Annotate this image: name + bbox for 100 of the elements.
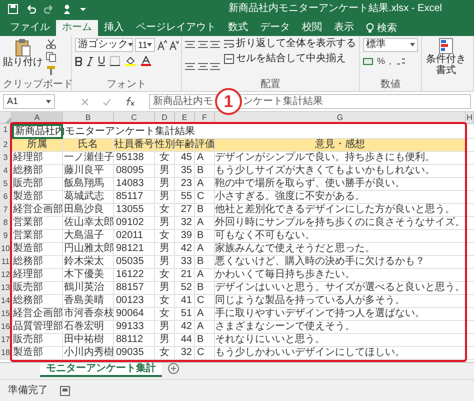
lightbulb-icon [366,23,374,33]
copy-icon[interactable] [46,52,56,62]
table-cell: B [195,230,215,242]
scissors-icon[interactable] [46,39,56,49]
table-cell: 市河香奈枝 [63,308,114,320]
table-cell: 27 [175,204,195,216]
borders-icon[interactable] [110,56,120,66]
ribbon-tab[interactable]: データ [254,20,296,36]
redo-icon[interactable] [44,4,54,14]
table-cell: 男 [155,178,175,190]
underline-icon[interactable] [98,56,105,66]
table-cell: 51 [175,308,195,320]
save-icon[interactable] [8,4,18,14]
format-painter-icon[interactable] [46,65,56,75]
caret-icon [128,43,133,47]
column-header[interactable]: A [12,112,63,123]
align-left-icon[interactable] [185,62,195,71]
macro-record-icon[interactable] [60,386,70,396]
table-cell: 88112 [114,334,155,346]
font-color-icon[interactable] [141,56,151,66]
name-box[interactable]: A1 [3,94,55,109]
column-header[interactable]: F [195,112,215,123]
ribbon-tab[interactable]: 表示 [328,20,360,36]
header-cell: 氏名 [63,139,114,151]
comma-style-button[interactable]: , [389,56,392,66]
table-cell: 男 [155,191,175,203]
align-center-icon[interactable] [198,62,208,71]
table-cell: 男 [155,217,175,229]
table-cell: 女 [155,308,175,320]
number-format-dropdown[interactable]: 標準 [363,38,418,52]
header-cell: 性別 [155,139,175,151]
group-label: 数値 [380,79,402,91]
customize-caret-icon[interactable] [80,6,86,12]
table-cell: 田中祐樹 [63,334,114,346]
table-cell: 09102 [114,217,155,229]
table-cell: 05035 [114,256,155,268]
table-cell: 同じような製品を持っている人が多そう。 [215,295,466,307]
caret-icon [46,100,51,104]
ribbon-tab[interactable]: 挿入 [98,20,130,36]
search-field[interactable]: 検索 [377,20,417,36]
ribbon-tab[interactable]: ファイル [4,20,56,36]
table-cell: 男 [155,321,175,333]
ribbon-tab[interactable]: ホーム [56,20,98,36]
add-sheet-icon[interactable] [168,363,179,374]
table-cell: 41 [175,295,195,307]
bold-icon[interactable] [75,56,82,66]
table-cell: 女 [155,204,175,216]
table-cell: 製造部 [12,191,63,203]
ribbon-tab[interactable]: ページレイアウト [130,20,222,36]
header-cell: 評価 [195,139,215,151]
table-cell: 総務部 [12,165,63,177]
table-cell: 可もなく不可もない。 [215,230,466,242]
sheet-tab[interactable]: モニターアンケート集計 [40,363,162,377]
percent-style-button[interactable]: % [377,56,386,66]
align-middle-icon[interactable] [198,40,208,49]
table-cell: 女 [155,269,175,281]
header-cell: 意見・感想 [215,139,466,151]
column-header[interactable]: H [466,112,474,123]
table-cell: A [195,308,215,320]
group-label: フォント [106,79,148,91]
shrink-font-icon[interactable] [169,40,180,50]
table-cell: デザインはいいと思う。サイズが選べると良いと思う。 [215,282,466,294]
ribbon-tab[interactable]: 校閲 [296,20,328,36]
table-cell: 大島温子 [63,230,114,242]
table-cell: 女 [155,230,175,242]
align-right-icon[interactable] [210,62,220,71]
font-size-dropdown[interactable]: 11 [135,38,156,52]
column-header[interactable]: E [175,112,195,123]
header-cell: 所属 [12,139,63,151]
table-cell: 13055 [114,204,155,216]
align-bottom-icon[interactable] [210,40,220,49]
table-cell: 外回り時にサンプルを持ち歩くのに良さそうなサイズ。 [215,217,466,229]
fill-color-icon[interactable] [125,56,136,66]
ribbon-tab[interactable]: 数式 [222,20,254,36]
wrap-text-icon [224,39,234,49]
table-cell: 佐山幸太郎 [63,217,114,229]
table-cell: 32 [175,217,195,229]
conditional-format-button[interactable]: 条件付き書式 [425,38,467,91]
table-cell: 42 [175,321,195,333]
undo-icon[interactable] [26,4,36,14]
table-cell: A [195,152,215,164]
grow-font-icon[interactable] [157,40,168,50]
table-cell: A [195,243,215,255]
caret-icon [410,43,415,47]
font-name-dropdown[interactable]: 游ゴシック [75,38,133,52]
table-cell: 悪くないけど、購入時の決め手に欠けるかも？ [215,256,466,268]
column-header[interactable]: B [63,112,114,123]
merge-center-button[interactable]: セルを結合して中央揃え [224,54,356,64]
column-header[interactable]: C [114,112,155,123]
table-cell: 女 [155,295,175,307]
function-icon[interactable] [125,97,135,106]
table-cell: 男 [155,334,175,346]
italic-icon[interactable] [87,56,93,66]
paste-button[interactable]: 貼り付け [3,38,43,79]
align-top-icon[interactable] [185,40,195,49]
table-cell: 女 [155,347,175,359]
table-cell: 90064 [114,308,155,320]
column-header[interactable]: D [155,112,175,123]
wrap-text-button[interactable]: 折り返して全体を表示する [224,39,356,49]
column-header[interactable]: G [215,112,466,123]
